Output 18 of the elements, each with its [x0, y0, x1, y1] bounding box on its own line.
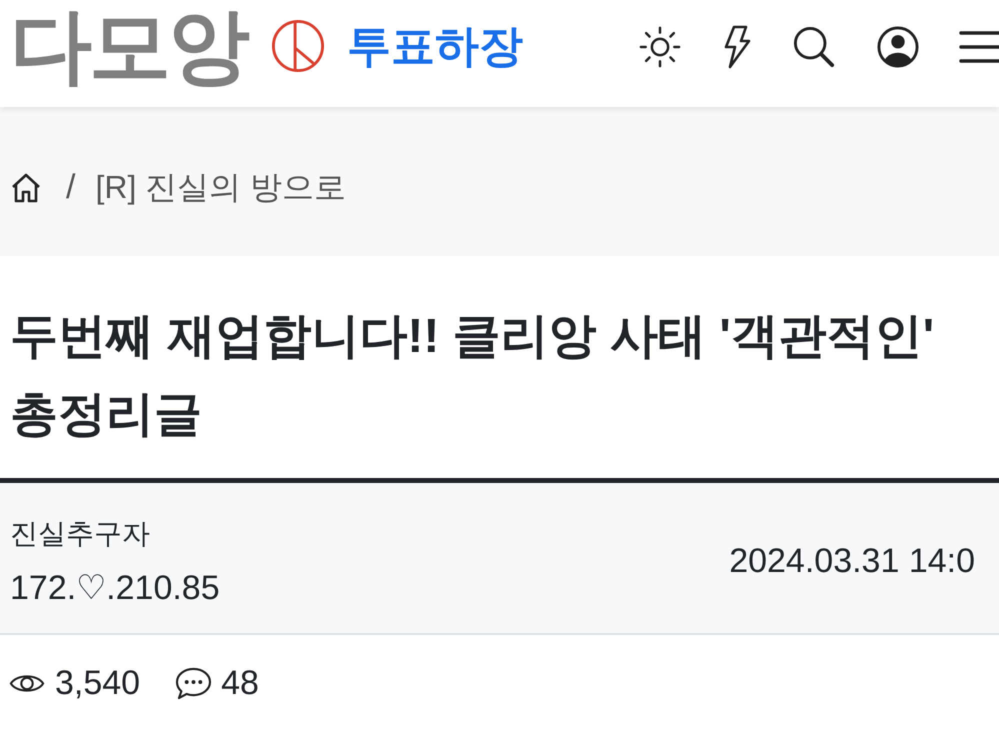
author-ip: 172.♡.210.85 [10, 568, 220, 609]
sun-icon[interactable] [639, 26, 681, 68]
post-date: 2024.03.31 14:0 [729, 542, 975, 580]
site-logo[interactable]: 다모앙 [10, 6, 247, 88]
speech-bubble-icon [175, 666, 212, 700]
stamp-icon [271, 18, 325, 72]
menu-icon[interactable] [959, 30, 999, 64]
lightning-icon[interactable] [723, 24, 751, 68]
vote-link[interactable]: 투표하장 [347, 24, 523, 68]
comment-count: 48 [221, 664, 259, 702]
breadcrumb-separator: / [66, 168, 76, 207]
author-name[interactable]: 진실추구자 [10, 512, 220, 556]
home-icon[interactable] [10, 172, 42, 204]
board-link[interactable]: [R] 진실의 방으로 [95, 166, 346, 210]
post-title: 두번째 재업합니다!! 클리앙 사태 '객관적인' 총정리글 [10, 309, 936, 443]
search-icon[interactable] [793, 26, 835, 68]
user-icon[interactable] [877, 26, 919, 68]
view-count: 3,540 [55, 664, 140, 702]
